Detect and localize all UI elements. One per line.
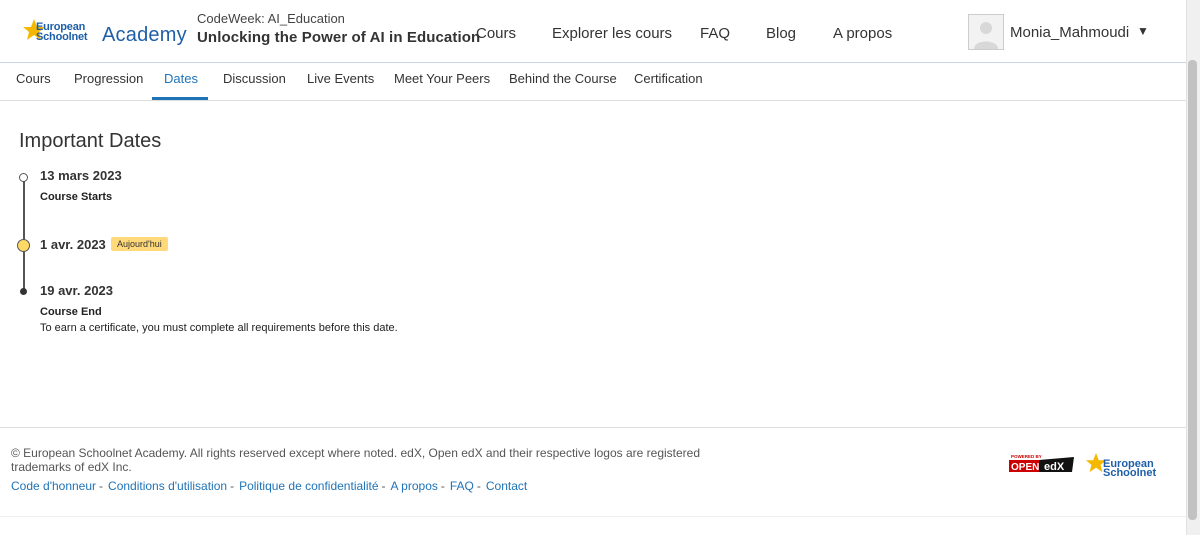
- nav-explorer-les-cours[interactable]: Explorer les cours: [552, 25, 672, 42]
- footer-link-contact[interactable]: Contact: [486, 479, 527, 493]
- open-edx-logo-icon: POWERED BY OPEN edX: [1009, 454, 1074, 473]
- event-label: Course End: [40, 306, 102, 318]
- footer-link-faq[interactable]: FAQ: [450, 479, 474, 493]
- event-date: 1 avr. 2023: [40, 237, 106, 252]
- timeline-line: [23, 178, 25, 292]
- openedx-edx-text: edX: [1044, 461, 1065, 473]
- footer-links: Code d'honneur - Conditions d'utilisation -…: [11, 479, 528, 493]
- user-avatar-icon: [974, 22, 998, 49]
- tab-discussion[interactable]: Discussion: [223, 71, 286, 86]
- course-org: CodeWeek: AI_Education: [197, 11, 345, 26]
- logo-academy[interactable]: Academy: [102, 24, 187, 47]
- tab-certification[interactable]: Certification: [634, 71, 703, 86]
- today-badge: Aujourd'hui: [111, 237, 168, 251]
- tab-live-events[interactable]: Live Events: [307, 71, 374, 86]
- tab-cours[interactable]: Cours: [16, 71, 51, 86]
- avatar[interactable]: [968, 14, 1004, 50]
- nav-a-propos[interactable]: A propos: [833, 25, 892, 42]
- nav-blog[interactable]: Blog: [766, 25, 796, 42]
- tab-progression[interactable]: Progression: [74, 71, 143, 86]
- open-edx-logo[interactable]: POWERED BY OPEN edX: [1008, 452, 1074, 474]
- nav-cours[interactable]: Cours: [476, 25, 516, 42]
- footer-link-conditions[interactable]: Conditions d'utilisation: [108, 479, 227, 493]
- event-date: 13 mars 2023: [40, 168, 122, 183]
- scrollbar-thumb[interactable]: [1188, 60, 1197, 520]
- footer-copyright: © European Schoolnet Academy. All rights…: [11, 446, 701, 474]
- tab-meet-your-peers[interactable]: Meet Your Peers: [394, 71, 490, 86]
- tab-behind-the-course[interactable]: Behind the Course: [509, 71, 617, 86]
- footer-link-code-honneur[interactable]: Code d'honneur: [11, 479, 96, 493]
- openedx-open-text: OPEN: [1011, 462, 1039, 473]
- timeline-dot-today: [17, 239, 30, 252]
- footer-link-a-propos[interactable]: A propos: [391, 479, 438, 493]
- timeline-dot-past: [19, 173, 28, 182]
- european-schoolnet-footer-logo[interactable]: European Schoolnet: [1103, 459, 1156, 479]
- openedx-powered-text: POWERED BY: [1011, 454, 1042, 459]
- username[interactable]: Monia_Mahmoudi: [1010, 24, 1129, 41]
- user-menu-caret-icon[interactable]: ▼: [1137, 24, 1149, 38]
- timeline-dot-future: [20, 288, 27, 295]
- course-tabs: Cours Progression Dates Discussion Live …: [0, 63, 1186, 101]
- bottom-divider: [0, 516, 1186, 517]
- logo-text[interactable]: European Schoolnet: [36, 22, 88, 43]
- tab-dates[interactable]: Dates: [164, 71, 198, 86]
- footer-link-politique[interactable]: Politique de confidentialité: [239, 479, 378, 493]
- event-label: Course Starts: [40, 191, 113, 203]
- site-header: European Schoolnet Academy CodeWeek: AI_…: [0, 0, 1186, 62]
- active-tab-indicator: [152, 97, 208, 100]
- event-description: To earn a certificate, you must complete…: [40, 322, 398, 334]
- event-date: 19 avr. 2023: [40, 283, 114, 298]
- page-title: Important Dates: [19, 130, 162, 152]
- course-title: Unlocking the Power of AI in Education: [197, 29, 481, 46]
- footer-divider: [0, 427, 1186, 428]
- nav-faq[interactable]: FAQ: [700, 25, 730, 42]
